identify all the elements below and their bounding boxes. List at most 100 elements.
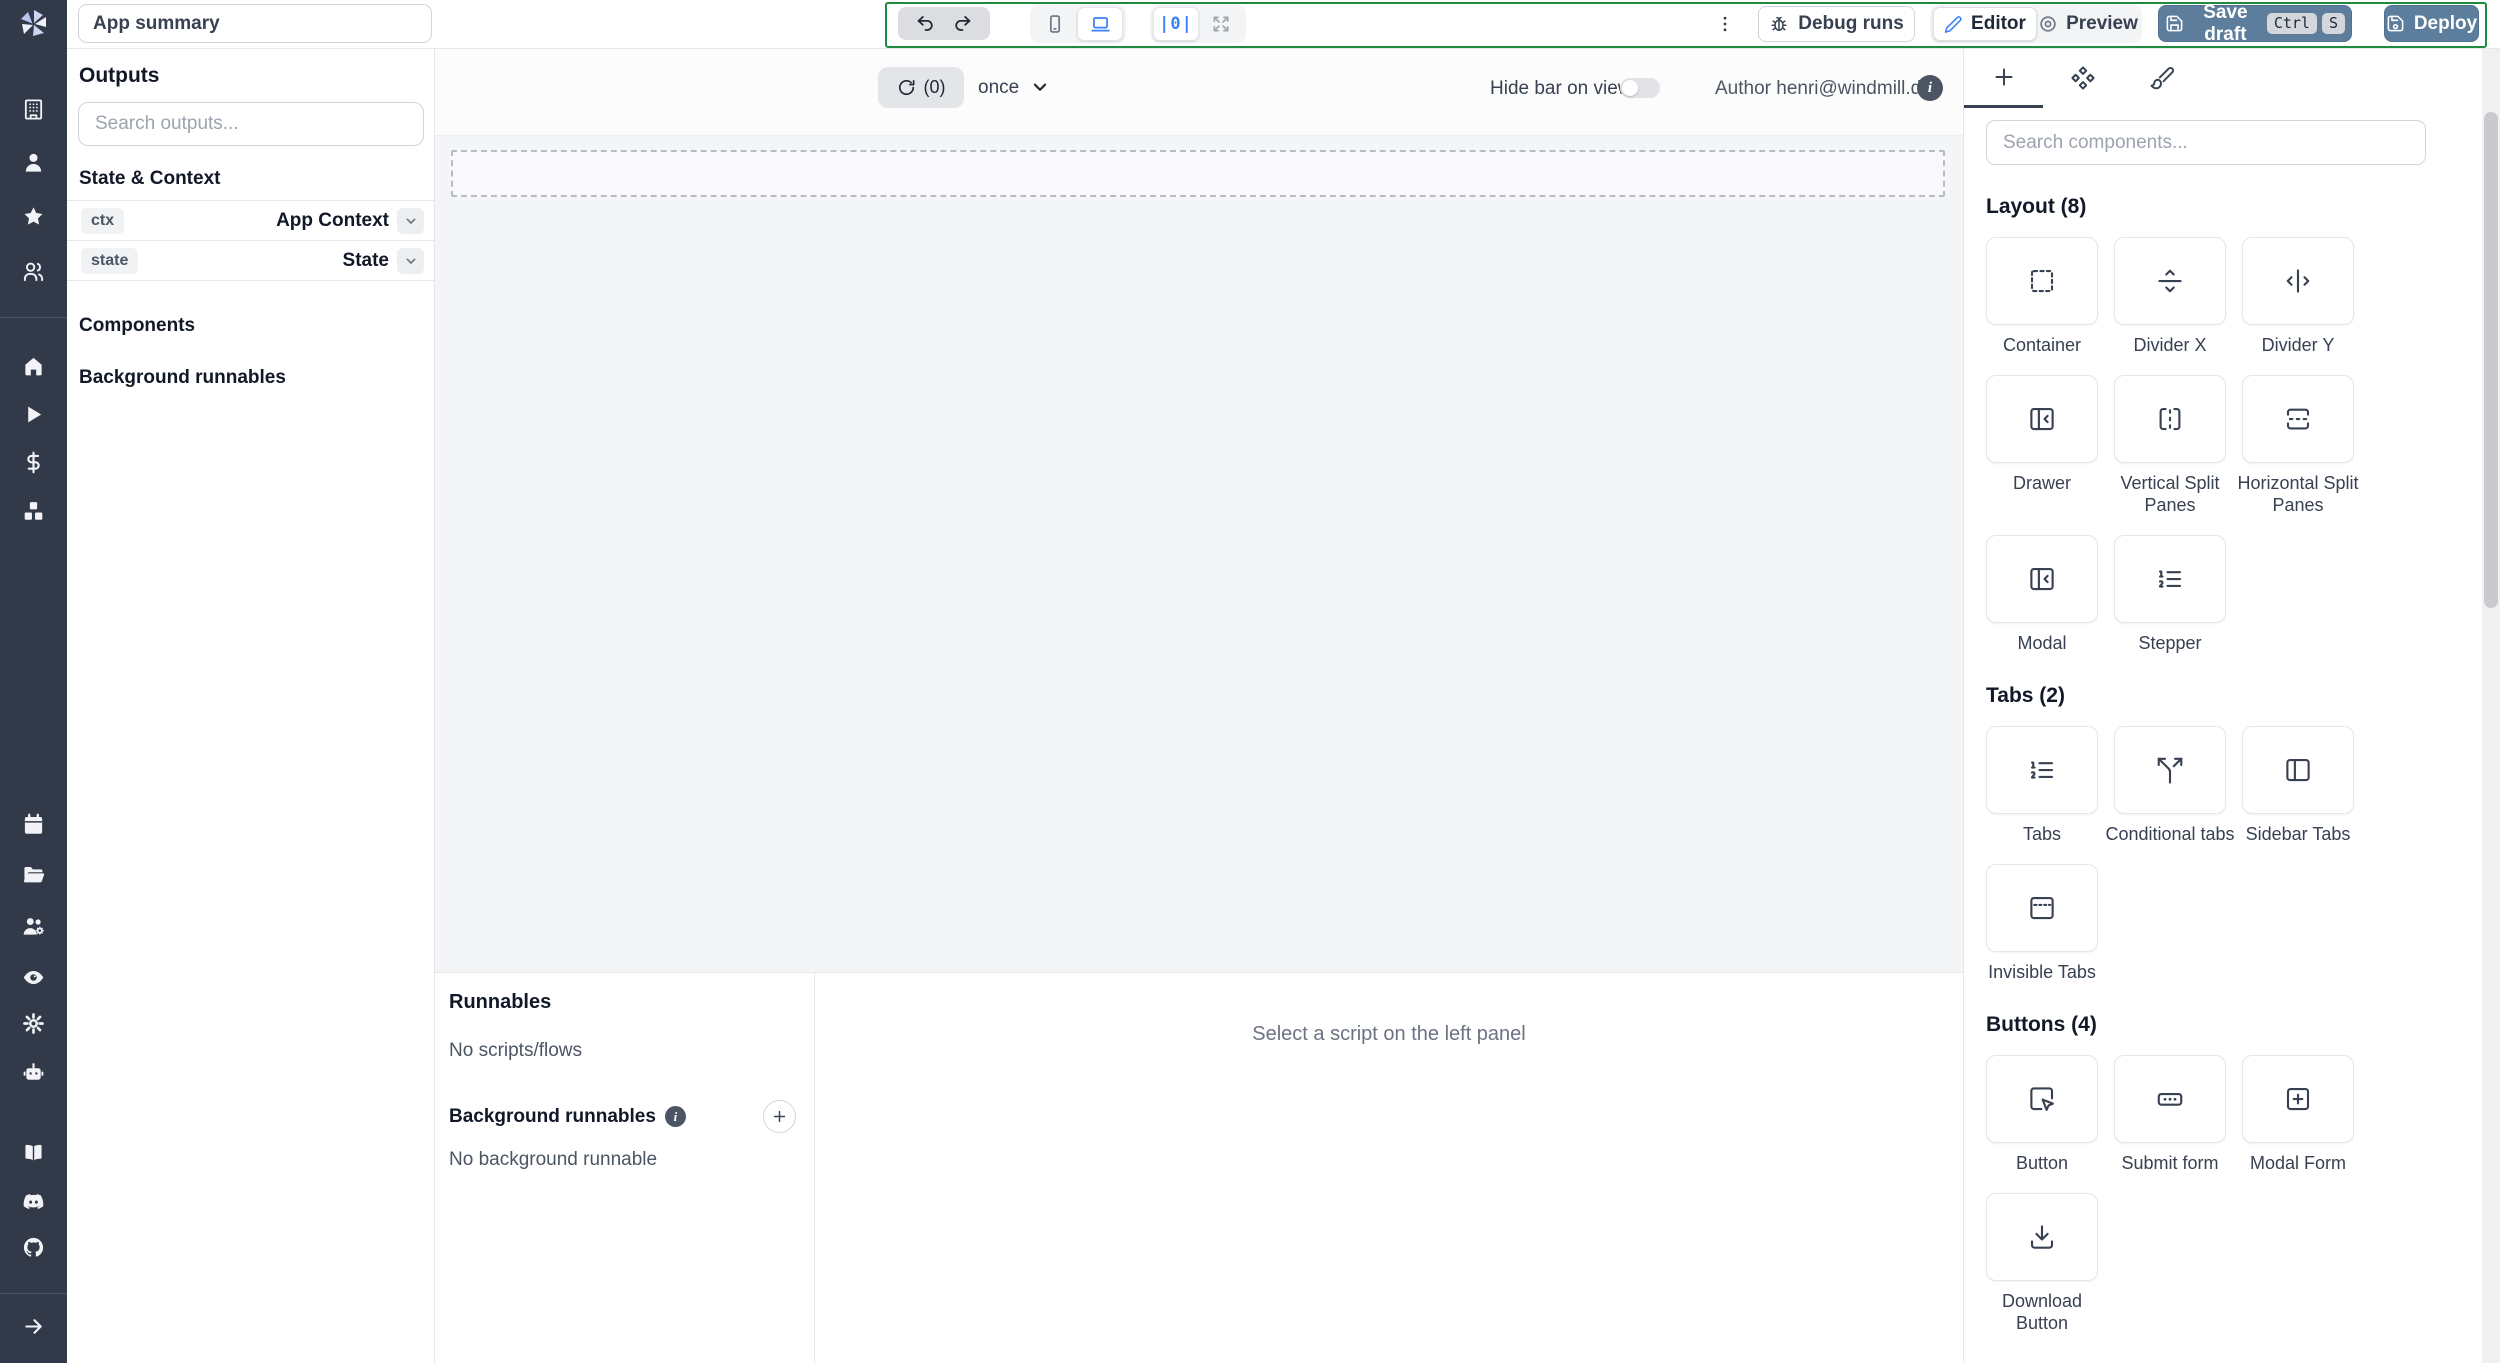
rail-divider [0, 1293, 67, 1294]
component-card-sidebar-tabs[interactable] [2242, 726, 2354, 814]
runnables-title: Runnables [449, 991, 552, 1013]
component-card-divider-x[interactable] [2114, 237, 2226, 325]
sidebar-item-star[interactable] [0, 205, 67, 228]
interval-select[interactable]: once [978, 77, 1019, 99]
square-pointer-icon [2027, 1084, 2057, 1114]
eye-icon [22, 966, 45, 989]
chevron-down-icon[interactable] [397, 247, 424, 274]
component-card-label: Drawer [2012, 472, 2071, 493]
component-card-label: Download Button [2001, 1290, 2083, 1334]
preview-label: Preview [2066, 13, 2138, 34]
component-card-button[interactable] [1986, 1055, 2098, 1143]
left-icon-rail [0, 0, 67, 1363]
output-row-ctx[interactable]: ctx App Context [67, 200, 434, 240]
chevron-down-icon[interactable] [397, 207, 424, 234]
component-card-tabs[interactable] [1986, 726, 2098, 814]
app-canvas[interactable]: (0) once Hide bar on view Author henri@w… [435, 48, 1963, 972]
tab-preview[interactable]: Preview [2037, 8, 2139, 40]
component-card-vertical-split-panes[interactable] [2114, 374, 2226, 463]
sidebar-item-discord[interactable] [0, 1190, 67, 1213]
sidebar-item-github[interactable] [0, 1236, 67, 1259]
app-summary-input[interactable] [78, 4, 432, 43]
sidebar-item-boxes[interactable] [0, 500, 67, 523]
sidebar-item-eye[interactable] [0, 966, 67, 989]
sidebar-item-home[interactable] [0, 355, 67, 378]
bot-icon [22, 1061, 45, 1084]
tab-component-settings[interactable] [2043, 48, 2122, 108]
sidebar-item-bot[interactable] [0, 1061, 67, 1084]
sidebar-item-users[interactable] [0, 260, 67, 283]
desktop-view-icon[interactable] [1077, 7, 1123, 41]
sidebar-item-users-cog[interactable] [0, 915, 67, 938]
scrollbar-thumb[interactable] [2484, 112, 2498, 608]
debug-runs-button[interactable]: Debug runs [1758, 6, 1915, 42]
component-cell: Tabs [1986, 726, 2098, 846]
sidebar-item-calendar[interactable] [0, 813, 67, 836]
refresh-button[interactable]: (0) [878, 67, 964, 108]
center-align-icon[interactable]: |0| [1153, 7, 1199, 41]
component-card-modal-form[interactable] [2242, 1055, 2354, 1143]
component-card-invisible-tabs[interactable] [1986, 863, 2098, 952]
divider-y-icon [2283, 266, 2313, 296]
components-panel: Layout (8) Container Divider X Divider Y Dra… [1963, 48, 2500, 1363]
save-draft-button[interactable]: Save draft Ctrl S [2158, 2, 2352, 45]
sidebar-item-play[interactable] [0, 403, 67, 426]
component-card-label: Vertical Split Panes [2120, 472, 2220, 516]
component-card-label: Stepper [2138, 632, 2202, 653]
component-card-divider-y[interactable] [2242, 237, 2354, 325]
rail-divider [0, 317, 67, 318]
sidebar-item-folder[interactable] [0, 863, 67, 886]
background-runnables-section-label: Background runnables [79, 367, 286, 388]
component-card-download-button[interactable] [1986, 1192, 2098, 1281]
component-cell: Conditional tabs [2105, 726, 2235, 846]
sidebar-item-dollar[interactable] [0, 451, 67, 474]
component-card-container[interactable] [1986, 237, 2098, 325]
windmill-logo-icon[interactable] [0, 0, 67, 48]
component-section-title: Tabs (2) [1986, 684, 2065, 707]
sidebar-item-book[interactable] [0, 1141, 67, 1164]
panel-left-close-icon [2027, 564, 2057, 594]
search-outputs-input[interactable] [78, 102, 424, 146]
component-cell: Horizontal Split Panes [2237, 374, 2359, 517]
hsplit-icon [2283, 404, 2313, 434]
outputs-panel: Outputs State & Context ctx App Context … [67, 48, 435, 1363]
component-card-drawer[interactable] [1986, 374, 2098, 463]
runnables-empty-label: No scripts/flows [449, 1040, 583, 1061]
tab-theme[interactable] [2122, 48, 2201, 108]
pencil-icon [1944, 15, 1963, 34]
canvas-drop-placeholder[interactable] [451, 150, 1945, 197]
component-section-title: Layout (8) [1986, 195, 2087, 218]
sidebar-item-gear[interactable] [0, 1012, 67, 1035]
undo-icon[interactable] [915, 13, 936, 34]
mobile-view-icon[interactable] [1033, 8, 1077, 40]
tab-insert-component[interactable] [1964, 48, 2043, 108]
component-card-modal[interactable] [1986, 534, 2098, 623]
add-background-runnable-button[interactable] [763, 1100, 796, 1133]
component-card-horizontal-split-panes[interactable] [2242, 374, 2354, 463]
list-ordered-icon [2027, 755, 2057, 785]
deploy-button[interactable]: Deploy [2384, 5, 2479, 42]
redo-icon[interactable] [952, 13, 973, 34]
sidebar-item-building[interactable] [0, 98, 67, 121]
output-row-state[interactable]: state State [67, 240, 434, 280]
device-toggle-group [1030, 5, 1126, 43]
output-key-badge: state [81, 247, 139, 274]
vsplit-icon [2155, 404, 2185, 434]
tab-editor[interactable]: Editor [1933, 7, 2037, 41]
component-card-submit-form[interactable] [2114, 1055, 2226, 1143]
home-icon [22, 355, 45, 378]
expand-icon[interactable] [1199, 8, 1243, 40]
component-card-conditional-tabs[interactable] [2114, 726, 2226, 814]
component-card-stepper[interactable] [2114, 534, 2226, 623]
component-cell: Divider X [2114, 237, 2226, 357]
interval-chevron-down-icon[interactable] [1029, 76, 1051, 98]
more-menu-icon[interactable] [1709, 8, 1741, 40]
deploy-save-icon [2386, 14, 2405, 33]
hide-bar-toggle[interactable] [1620, 78, 1660, 98]
component-card-label: Divider Y [2261, 335, 2335, 355]
sidebar-item-arrow-right[interactable] [0, 1315, 67, 1338]
sidebar-item-user[interactable] [0, 151, 67, 174]
component-cell: Submit form [2114, 1055, 2226, 1175]
users-icon [22, 260, 45, 283]
search-components-input[interactable] [1986, 120, 2426, 165]
